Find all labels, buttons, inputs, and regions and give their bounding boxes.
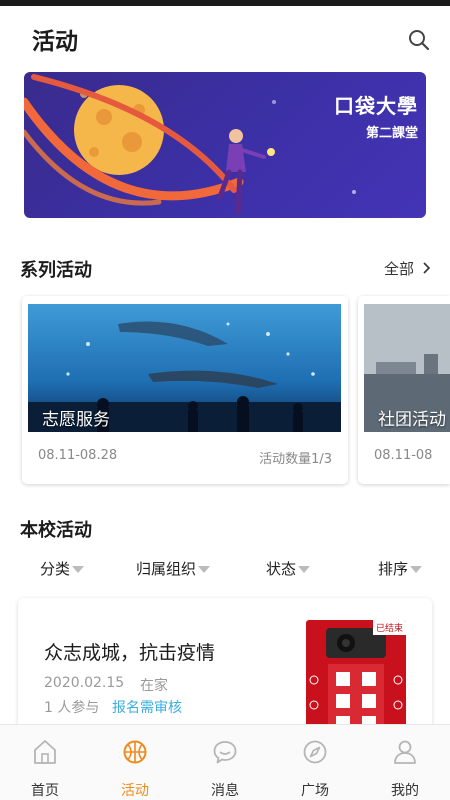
series-card[interactable]: 志愿服务 08.11-08.28 活动数量1/3 [22,296,348,484]
card-image: 社团活动 [364,304,450,432]
search-icon [409,30,430,51]
filter-status[interactable]: 状态 [266,558,311,579]
caret-down-icon [198,566,211,573]
school-section-title: 本校活动 [20,520,92,541]
chevron-right-icon [423,262,430,274]
search-button[interactable] [405,26,433,54]
filter-label: 状态 [266,560,297,578]
tab-label: 首页 [31,783,59,799]
tab-home[interactable]: 首页 [0,725,90,800]
banner-title: 口袋大學 [334,94,418,118]
card-image: 志愿服务 [28,304,341,432]
activity-poster: 已结束 [306,620,406,738]
card-category-label: 社团活动 [378,410,446,430]
all-link-label: 全部 [384,260,415,278]
tab-messages[interactable]: 消息 [180,725,270,800]
compass-icon [303,740,327,764]
basketball-icon [123,740,147,764]
person-icon [394,740,416,764]
main-content: 口袋大學 第二課堂 系列活动 全部 志愿服务 08.11-08.28 活动数量1… [0,64,450,738]
filter-sort[interactable]: 排序 [378,558,423,579]
series-card[interactable]: 社团活动 08.11-08 [358,296,450,484]
tab-label: 消息 [211,783,239,799]
ended-badge: 已结束 [372,620,406,635]
filter-organization[interactable]: 归属组织 [136,558,211,579]
activity-participants: 1 人参与 [44,700,100,716]
all-series-link[interactable]: 全部 [384,258,431,279]
filter-category[interactable]: 分类 [40,558,85,579]
activity-card[interactable]: 众志成城，抗击疫情 2020.02.15 在家 1 人参与 报名需审核 已结束 [18,598,432,738]
series-section-title: 系列活动 [20,260,92,281]
tab-activity[interactable]: 活动 [90,725,180,800]
filter-label: 分类 [40,560,71,578]
activity-location: 在家 [140,678,168,694]
banner[interactable]: 口袋大學 第二課堂 [24,72,426,218]
activity-title: 众志成城，抗击疫情 [44,642,216,664]
filter-label: 排序 [378,560,409,578]
caret-down-icon [72,566,85,573]
card-category-label: 志愿服务 [42,410,110,430]
card-date: 08.11-08 [374,448,433,463]
caret-down-icon [298,566,311,573]
card-activity-count: 活动数量1/3 [259,452,332,467]
page-title: 活动 [32,29,78,55]
tab-label: 广场 [301,783,329,799]
poster-artwork [309,628,403,736]
activity-date: 2020.02.15 [44,675,125,691]
tab-label: 活动 [121,783,149,799]
tab-label: 我的 [391,783,419,799]
home-icon [34,740,56,764]
activity-audit-tag: 报名需审核 [112,700,182,716]
tab-mine[interactable]: 我的 [360,725,450,800]
chat-icon [213,741,237,764]
banner-subtitle: 第二課堂 [365,126,418,141]
caret-down-icon [410,566,423,573]
bottom-tab-bar: 首页 活动 消息 广场 我的 [0,724,450,800]
card-date: 08.11-08.28 [38,448,118,463]
app-header: 活动 [0,6,450,64]
filter-label: 归属组织 [136,560,197,578]
tab-square[interactable]: 广场 [270,725,360,800]
